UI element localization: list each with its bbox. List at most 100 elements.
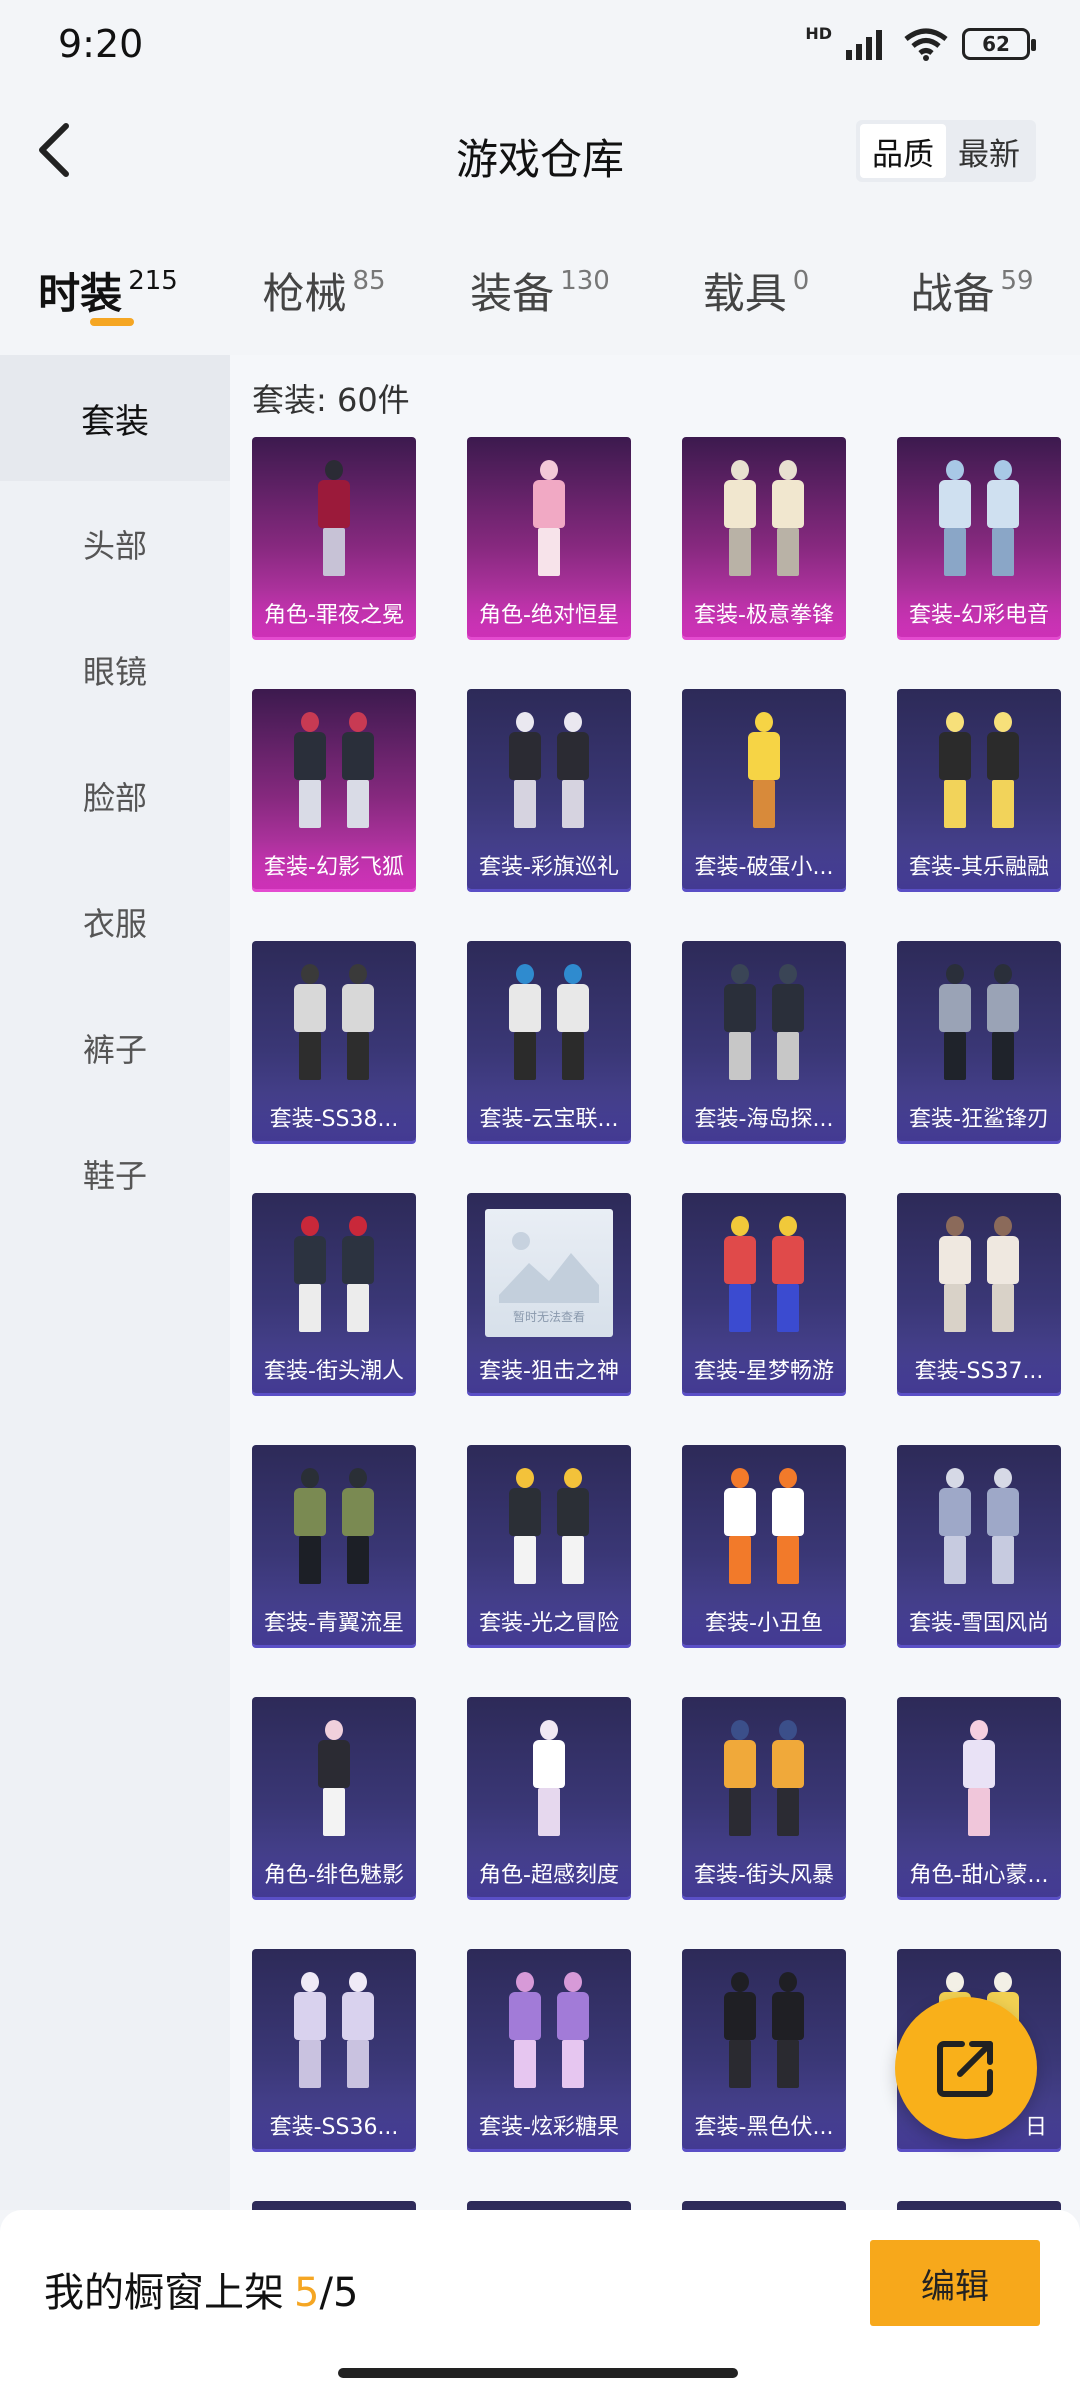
outfit-card[interactable]: 套装-街头潮人: [252, 1193, 416, 1393]
outfit-card-label: 角色-罪夜之冕: [252, 589, 416, 637]
image-placeholder-icon: [499, 1232, 599, 1303]
outfit-figure: [935, 460, 975, 578]
outfit-preview: [467, 1459, 631, 1595]
outfit-preview: [252, 1711, 416, 1847]
outfit-figure: [505, 1468, 545, 1586]
tab-count: 215: [128, 266, 178, 296]
outfit-figure: [720, 1972, 760, 2090]
outfit-card[interactable]: [682, 2201, 846, 2210]
category-tabs: 时装 215 枪械 85 装备 130 载具 0 战备 59: [0, 240, 1080, 340]
sidebar-item-clothes[interactable]: 衣服: [0, 859, 230, 985]
outfit-card[interactable]: 套装-炫彩糖果: [467, 1949, 631, 2149]
outfit-figure: [290, 1216, 330, 1334]
outfit-figure: [505, 712, 545, 830]
outfit-card[interactable]: 套装-彩旗巡礼: [467, 689, 631, 889]
battery-icon: 62: [962, 28, 1036, 60]
outfit-card-label: 套装-SS38...: [252, 1093, 416, 1141]
outfit-card[interactable]: 套装-其乐融融: [897, 689, 1061, 889]
outfit-card[interactable]: 角色-绝对恒星: [467, 437, 631, 637]
outfit-preview: [897, 1459, 1061, 1595]
tab-vehicles[interactable]: 载具 0: [648, 240, 864, 340]
home-indicator[interactable]: [338, 2368, 738, 2378]
tab-fashion[interactable]: 时装 215: [0, 240, 216, 340]
shelf-separator: /: [319, 2270, 333, 2316]
outfit-card[interactable]: 套装-光之冒险: [467, 1445, 631, 1645]
edit-button[interactable]: 编辑: [870, 2240, 1040, 2326]
sidebar-item-outfit[interactable]: 套装: [0, 355, 230, 481]
outfit-figure: [290, 964, 330, 1082]
outfit-figure: [720, 1468, 760, 1586]
tab-active-indicator: [90, 318, 134, 326]
header: 游戏仓库 品质 最新: [0, 90, 1080, 210]
outfit-card-label: 套装-街头潮人: [252, 1345, 416, 1393]
sort-option-quality[interactable]: 品质: [860, 124, 946, 178]
outfit-card[interactable]: 套装-幻彩电音: [897, 437, 1061, 637]
outfit-card-label: 套装-雪国风尚: [897, 1597, 1061, 1645]
outfit-card[interactable]: 套装-街头风暴: [682, 1697, 846, 1897]
outfit-card-label: 角色-绝对恒星: [467, 589, 631, 637]
outfit-figure: [768, 1972, 808, 2090]
outfit-card-label: 套装-黑色伏...: [682, 2101, 846, 2149]
sidebar-item-glasses[interactable]: 眼镜: [0, 607, 230, 733]
outfit-preview: [467, 1711, 631, 1847]
outfit-card[interactable]: 套装-破蛋小...: [682, 689, 846, 889]
outfit-figure: [744, 712, 784, 830]
sidebar-item-pants[interactable]: 裤子: [0, 985, 230, 1111]
share-button[interactable]: [895, 1997, 1037, 2139]
outfit-figure: [983, 964, 1023, 1082]
shelf-total: 5: [332, 2270, 359, 2316]
outfit-card[interactable]: 角色-绯色魅影: [252, 1697, 416, 1897]
content-area[interactable]: 套装: 60件 角色-罪夜之冕 角色-绝对恒星 套装-极意拳锋 套装-幻彩电音 套装-幻…: [230, 355, 1080, 2210]
outfit-preview: [252, 703, 416, 839]
outfit-figure: [983, 1216, 1023, 1334]
tab-guns[interactable]: 枪械 85: [216, 240, 432, 340]
outfit-card[interactable]: 套装-青翼流星: [252, 1445, 416, 1645]
outfit-card[interactable]: 角色-甜心蒙...: [897, 1697, 1061, 1897]
outfit-card[interactable]: 暂时无法查看 套装-狙击之神: [467, 1193, 631, 1393]
outfit-figure: [983, 712, 1023, 830]
outfit-card[interactable]: 套装-幻影飞狐: [252, 689, 416, 889]
sort-option-latest[interactable]: 最新: [946, 124, 1032, 178]
outfit-card[interactable]: 套装-雪国风尚: [897, 1445, 1061, 1645]
outfit-preview: [897, 703, 1061, 839]
outfit-card[interactable]: 套装-极意拳锋: [682, 437, 846, 637]
outfit-figure: [553, 712, 593, 830]
sidebar-item-shoes[interactable]: 鞋子: [0, 1111, 230, 1237]
outfit-card[interactable]: 套装-SS38...: [252, 941, 416, 1141]
outfit-figure: [768, 1216, 808, 1334]
outfit-card-label: 套装-狂鲨锋刃: [897, 1093, 1061, 1141]
tab-label: 载具: [702, 269, 787, 318]
outfit-figure: [768, 1468, 808, 1586]
outfit-card[interactable]: 套装-云宝联...: [467, 941, 631, 1141]
outfit-card[interactable]: 套装-海岛探...: [682, 941, 846, 1141]
outfit-preview: [682, 1711, 846, 1847]
outfit-figure: [935, 1216, 975, 1334]
outfit-card[interactable]: 套装-SS36...: [252, 1949, 416, 2149]
sidebar-item-face[interactable]: 脸部: [0, 733, 230, 859]
status-bar: 9:20 HD 62: [0, 0, 1080, 90]
outfit-card[interactable]: [897, 2201, 1061, 2210]
outfit-figure: [338, 712, 378, 830]
tab-equipment[interactable]: 装备 130: [432, 240, 648, 340]
outfit-card-label: 套装-青翼流星: [252, 1597, 416, 1645]
outfit-card-label: 套装-SS37...: [897, 1345, 1061, 1393]
outfit-card[interactable]: 角色-罪夜之冕: [252, 437, 416, 637]
hd-label: HD: [805, 24, 832, 43]
tab-combat-gear[interactable]: 战备 59: [864, 240, 1080, 340]
outfit-card[interactable]: 套装-星梦畅游: [682, 1193, 846, 1393]
sidebar-item-head[interactable]: 头部: [0, 481, 230, 607]
outfit-figure: [935, 964, 975, 1082]
outfit-card[interactable]: 套装-SS37...: [897, 1193, 1061, 1393]
outfit-card[interactable]: 套装-狂鲨锋刃: [897, 941, 1061, 1141]
outfit-card[interactable]: 套装-黑色伏...: [682, 1949, 846, 2149]
outfit-card[interactable]: [252, 2201, 416, 2210]
share-external-icon: [937, 2041, 993, 2097]
outfit-figure: [720, 1216, 760, 1334]
outfit-card[interactable]: 套装-小丑鱼: [682, 1445, 846, 1645]
outfit-figure: [505, 1972, 545, 2090]
outfit-card-label: 套装-小丑鱼: [682, 1597, 846, 1645]
outfit-figure: [768, 964, 808, 1082]
outfit-card[interactable]: 角色-超感刻度: [467, 1697, 631, 1897]
outfit-card[interactable]: [467, 2201, 631, 2210]
outfit-figure: [720, 964, 760, 1082]
